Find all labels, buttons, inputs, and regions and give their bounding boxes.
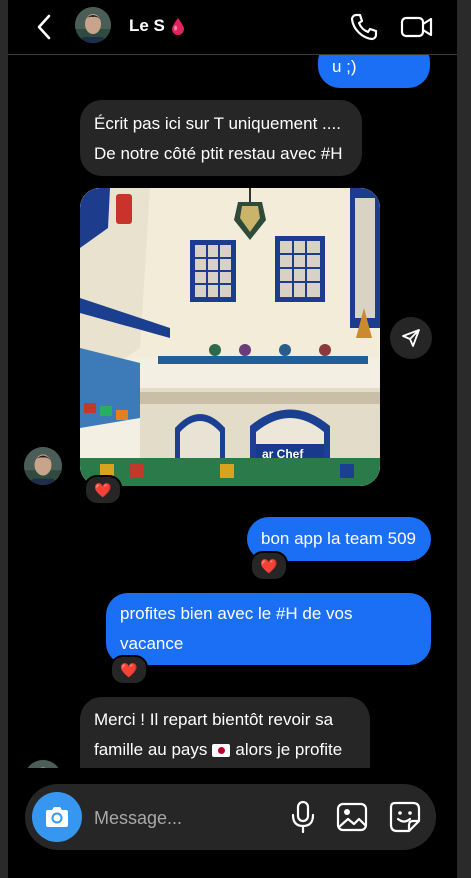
japan-flag-disc: [218, 746, 226, 754]
message-bubble-outgoing[interactable]: profites bien avec le #H de vos vacance: [106, 593, 431, 665]
device-frame-right: [457, 0, 471, 878]
japan-flag-emoji: 🇯🇵: [212, 743, 231, 757]
heart-reaction-emoji: ❤️: [94, 481, 112, 498]
message-text-line2-end: alors je profite: [235, 740, 343, 759]
contact-name[interactable]: Le S: [129, 16, 185, 36]
heart-reaction-emoji: ❤️: [260, 557, 278, 574]
message-text: profites bien avec le #H de vos vacance: [120, 604, 353, 653]
microphone-icon: [291, 800, 315, 834]
sticker-icon: [389, 801, 421, 833]
voice-message-button[interactable]: [288, 799, 318, 835]
message-text-line2: famille au pays 🇯🇵 alors je profite: [94, 735, 356, 765]
sender-avatar[interactable]: [24, 447, 62, 485]
share-button[interactable]: [390, 317, 432, 359]
audio-call-button[interactable]: [348, 11, 380, 43]
reaction-heart[interactable]: ❤️: [110, 655, 148, 685]
drop-emoji: [171, 18, 184, 35]
photo-message[interactable]: ar Chef: [80, 188, 380, 486]
camera-button[interactable]: [32, 792, 82, 842]
message-input[interactable]: [92, 800, 276, 836]
contact-name-label: Le S: [129, 16, 165, 35]
back-chevron-icon: [37, 14, 51, 40]
message-composer: [25, 784, 436, 850]
camera-icon: [46, 807, 68, 827]
message-text: Écrit pas ici sur T uniquement .... De n…: [94, 114, 343, 163]
chat-header: Le S: [8, 0, 457, 55]
message-text: u ;): [332, 57, 357, 76]
phone-icon: [350, 13, 378, 41]
video-call-button[interactable]: [399, 11, 435, 43]
message-bubble-incoming[interactable]: Écrit pas ici sur T uniquement .... De n…: [80, 100, 362, 176]
gallery-button[interactable]: [335, 799, 369, 835]
heart-reaction-emoji: ❤️: [120, 661, 138, 678]
video-camera-icon: [400, 16, 433, 38]
message-text-line1: Merci ! Il repart bientôt revoir sa: [94, 710, 334, 729]
send-paper-plane-icon: [402, 329, 420, 347]
back-button[interactable]: [30, 12, 60, 42]
restaurant-photo: ar Chef: [80, 188, 380, 486]
contact-avatar[interactable]: [75, 7, 111, 43]
device-frame-left: [0, 0, 8, 878]
message-text-line2-start: famille au pays: [94, 740, 208, 759]
reaction-heart[interactable]: ❤️: [84, 475, 122, 505]
sticker-button[interactable]: [387, 799, 423, 835]
reaction-heart[interactable]: ❤️: [250, 551, 288, 581]
message-text: bon app la team 509: [261, 529, 417, 548]
gallery-icon: [336, 802, 368, 832]
